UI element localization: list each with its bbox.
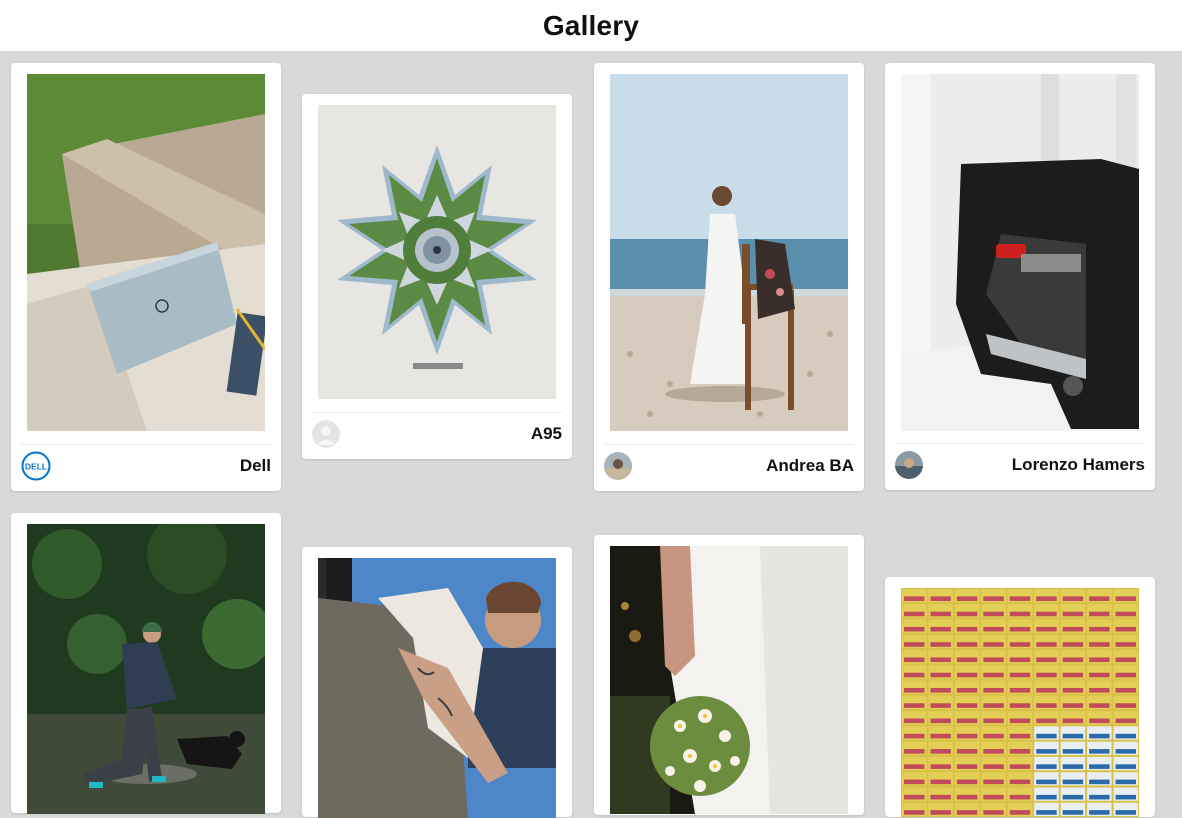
gallery-card[interactable]: A95 — [302, 94, 572, 459]
card-footer: Andrea BA — [604, 444, 854, 481]
gallery-card[interactable]: Lorenzo Hamers — [885, 63, 1155, 490]
user-avatar-icon[interactable] — [604, 452, 632, 480]
card-footer: A95 — [312, 412, 562, 449]
gallery-card[interactable]: Andrea BA — [594, 63, 864, 491]
gallery-header: Gallery — [0, 0, 1182, 51]
gallery-card[interactable] — [302, 547, 572, 818]
photo-woman-beach[interactable] — [610, 74, 848, 431]
gallery-card[interactable] — [11, 513, 281, 814]
author-name[interactable]: Andrea BA — [766, 456, 854, 476]
card-footer: DELL Dell — [21, 444, 271, 481]
default-user-avatar-icon[interactable] — [312, 420, 340, 448]
user-avatar-icon[interactable] — [895, 451, 923, 479]
author-name[interactable]: Lorenzo Hamers — [1012, 455, 1145, 475]
gallery-card[interactable] — [594, 535, 864, 815]
author-name[interactable]: Dell — [240, 456, 271, 476]
author-name[interactable]: A95 — [531, 424, 562, 444]
photo-man-camera-rig[interactable] — [318, 558, 556, 818]
photo-star-garden[interactable] — [318, 105, 556, 399]
svg-text:DELL: DELL — [25, 462, 47, 472]
photo-laptop[interactable] — [27, 74, 265, 431]
photo-man-with-dog[interactable] — [27, 524, 265, 814]
card-footer: Lorenzo Hamers — [895, 443, 1145, 480]
dell-logo-icon[interactable]: DELL — [21, 451, 51, 481]
photo-covered-car[interactable] — [901, 74, 1139, 431]
gallery-card[interactable]: DELL Dell — [11, 63, 281, 491]
gallery-card[interactable] — [885, 577, 1155, 817]
photo-building-balconies[interactable] — [901, 588, 1139, 817]
photo-bride-bouquet[interactable] — [610, 546, 848, 814]
page-title: Gallery — [542, 9, 640, 41]
